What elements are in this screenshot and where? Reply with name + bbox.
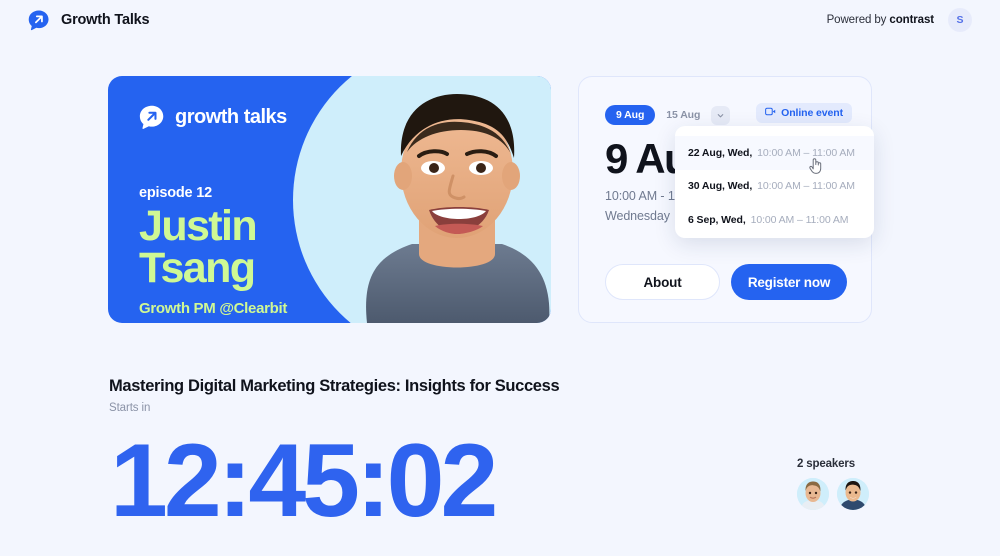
speaker-name: Justin Tsang bbox=[139, 202, 287, 292]
speaker-last-name: Tsang bbox=[139, 243, 256, 292]
register-now-button[interactable]: Register now bbox=[731, 264, 847, 300]
growth-talks-bubble-arrow-icon bbox=[139, 104, 165, 130]
speaker-portrait-image bbox=[357, 76, 551, 323]
speakers-section: 2 speakers bbox=[797, 458, 869, 510]
header-right: Powered by contrast S bbox=[827, 8, 972, 32]
online-event-label: Online event bbox=[781, 107, 843, 119]
speaker-role: Growth PM @Clearbit bbox=[139, 300, 288, 318]
dropdown-item-30-aug[interactable]: 30 Aug, Wed, 10:00 AM – 11:00 AM bbox=[675, 170, 874, 204]
banner-logo: growth talks bbox=[139, 104, 287, 130]
date-chip-group: 9 Aug 15 Aug bbox=[605, 105, 731, 125]
powered-by-brand: contrast bbox=[889, 14, 934, 26]
online-event-badge[interactable]: Online event bbox=[756, 103, 852, 123]
speaker-avatar-1[interactable] bbox=[797, 478, 829, 510]
countdown-timer: 12:45:02 bbox=[110, 423, 498, 539]
dropdown-item-time: 10:00 AM – 11:00 AM bbox=[750, 213, 849, 226]
card-actions: About Register now bbox=[605, 264, 847, 300]
app-header: Growth Talks Powered by contrast S bbox=[0, 0, 1000, 40]
dropdown-item-date: 22 Aug, Wed, bbox=[688, 146, 753, 159]
speakers-count-label: 2 speakers bbox=[797, 458, 855, 470]
event-title: Mastering Digital Marketing Strategies: … bbox=[109, 377, 560, 395]
about-button[interactable]: About bbox=[605, 264, 720, 300]
banner-logo-text: growth talks bbox=[175, 105, 287, 128]
video-camera-icon bbox=[765, 107, 776, 119]
user-avatar[interactable]: S bbox=[948, 8, 972, 32]
selected-weekday: Wednesday bbox=[605, 209, 670, 223]
date-chip-9-aug[interactable]: 9 Aug bbox=[605, 105, 656, 125]
dropdown-item-time: 10:00 AM – 11:00 AM bbox=[757, 146, 855, 159]
dropdown-item-22-aug[interactable]: 22 Aug, Wed, 10:00 AM – 11:00 AM bbox=[675, 136, 874, 170]
brand-name: Growth Talks bbox=[61, 12, 150, 28]
speaker-avatar-2[interactable] bbox=[837, 478, 869, 510]
chevron-down-icon[interactable] bbox=[711, 105, 731, 125]
dropdown-item-date: 30 Aug, Wed, bbox=[688, 180, 753, 193]
dropdown-item-time: 10:00 AM – 11:00 AM bbox=[757, 180, 855, 193]
dropdown-item-date: 6 Sep, Wed, bbox=[688, 213, 746, 226]
date-chip-15-aug[interactable]: 15 Aug bbox=[664, 105, 702, 125]
date-options-dropdown[interactable]: 22 Aug, Wed, 10:00 AM – 11:00 AM 30 Aug,… bbox=[675, 126, 874, 238]
speaker-first-name: Justin bbox=[139, 202, 258, 250]
powered-by-label: Powered by contrast bbox=[826, 14, 935, 26]
page-root: Growth Talks Powered by contrast S growt… bbox=[0, 0, 1000, 556]
event-banner-card[interactable]: growth talks episode 12 Justin Tsang Gro… bbox=[108, 76, 551, 323]
pointing-hand-cursor bbox=[808, 157, 823, 180]
banner-content: growth talks episode 12 Justin Tsang Gro… bbox=[139, 104, 288, 318]
powered-by-prefix: Powered by bbox=[826, 14, 890, 26]
episode-label: episode 12 bbox=[139, 185, 212, 201]
starts-in-label: Starts in bbox=[109, 402, 151, 414]
dropdown-item-6-sep[interactable]: 6 Sep, Wed, 10:00 AM – 11:00 AM bbox=[675, 203, 874, 237]
growth-talks-bubble-arrow-icon bbox=[28, 9, 50, 31]
speaker-avatar-list bbox=[797, 478, 869, 510]
brand[interactable]: Growth Talks bbox=[28, 9, 150, 31]
